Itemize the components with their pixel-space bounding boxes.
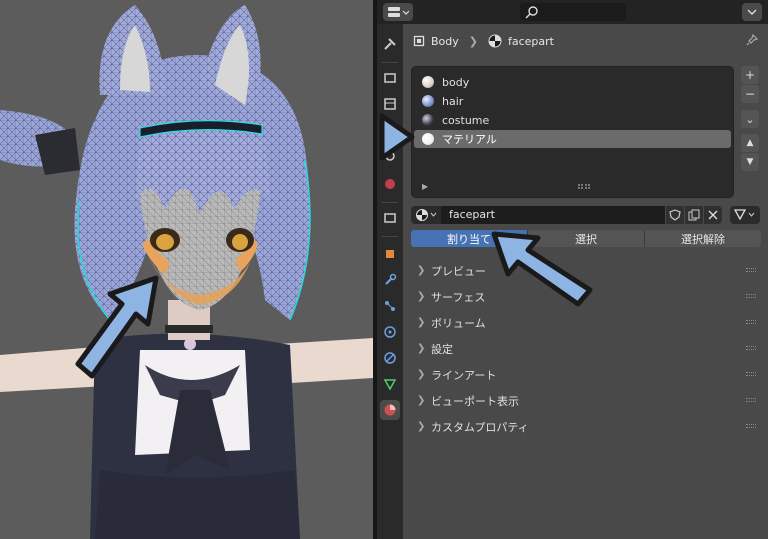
move-up-button[interactable]: ▲	[741, 134, 759, 152]
expand-triangle-icon[interactable]: ▶	[422, 182, 428, 191]
particles-icon	[385, 301, 395, 311]
mesh-filter-icon	[734, 209, 755, 221]
duplicate-material-button[interactable]	[685, 206, 703, 224]
breadcrumb: Body ❯ facepart	[413, 32, 554, 50]
physics-icon	[384, 326, 396, 338]
tab-world[interactable]	[380, 174, 400, 194]
panel-viewport-display[interactable]: ❯ ビューポート表示	[403, 388, 768, 413]
collection-icon	[384, 213, 396, 223]
close-icon	[708, 210, 718, 220]
material-sphere-icon	[416, 209, 437, 221]
list-item-selected[interactable]: マテリアル	[414, 130, 731, 148]
material-ball-icon	[422, 95, 434, 107]
character-mesh-render	[0, 5, 373, 539]
unlink-material-button[interactable]	[704, 206, 722, 224]
material-ball-icon	[422, 76, 434, 88]
properties-tabs	[377, 24, 403, 539]
tab-object[interactable]	[380, 244, 400, 264]
tab-collection[interactable]	[380, 208, 400, 228]
resize-grip-icon[interactable]	[578, 184, 590, 189]
chevron-right-icon: ❯	[417, 265, 426, 276]
move-down-button[interactable]: ▼	[741, 153, 759, 171]
slot-label: hair	[442, 94, 464, 108]
tab-render[interactable]	[380, 68, 400, 88]
tab-material[interactable]	[380, 400, 400, 420]
pin-icon[interactable]	[746, 33, 759, 49]
slot-label: マテリアル	[442, 133, 497, 146]
slot-label: costume	[442, 113, 490, 127]
tab-constraints[interactable]	[380, 348, 400, 368]
panel-title: ラインアート	[431, 368, 497, 382]
tab-physics[interactable]	[380, 322, 400, 342]
search-input[interactable]	[520, 3, 626, 21]
material-ball-icon	[422, 133, 434, 145]
list-item[interactable]: hair	[414, 92, 731, 110]
constraints-icon	[384, 352, 396, 364]
panel-title: サーフェス	[431, 290, 486, 304]
chevron-right-icon: ❯	[417, 343, 426, 354]
tool-icon	[384, 38, 396, 50]
browse-material-button[interactable]	[411, 206, 441, 224]
material-sphere-icon	[488, 34, 502, 48]
tab-tool[interactable]	[380, 34, 400, 54]
panel-title: ビューポート表示	[431, 394, 519, 408]
wrench-icon	[385, 273, 397, 285]
pointer-arrow-icon	[75, 275, 159, 379]
editor-type-button[interactable]	[383, 3, 413, 21]
properties-header	[377, 0, 768, 24]
world-icon	[385, 179, 395, 189]
fake-user-button[interactable]	[666, 206, 684, 224]
list-item[interactable]: body	[414, 73, 731, 91]
shield-icon	[669, 209, 681, 221]
editor-type-icon	[388, 7, 409, 17]
remove-slot-button[interactable]: −	[741, 85, 759, 103]
chevron-right-icon: ❯	[417, 291, 426, 302]
tab-modifiers[interactable]	[380, 270, 400, 290]
tab-output[interactable]	[380, 94, 400, 114]
3d-viewport[interactable]	[0, 0, 373, 539]
breadcrumb-separator-icon: ❯	[468, 34, 478, 48]
duplicate-icon	[688, 209, 700, 221]
tab-data[interactable]	[380, 374, 400, 394]
slot-label: body	[442, 75, 470, 89]
breadcrumb-object: Body	[431, 34, 459, 48]
slot-specials-button[interactable]: ⌄	[741, 110, 759, 128]
object-icon	[386, 250, 394, 258]
search-icon	[525, 6, 538, 19]
tab-particles[interactable]	[380, 296, 400, 316]
pointer-arrow-icon	[379, 113, 415, 161]
material-name-field[interactable]: facepart	[441, 206, 665, 224]
panel-settings[interactable]: ❯ 設定	[403, 336, 768, 361]
panel-line-art[interactable]: ❯ ラインアート	[403, 362, 768, 387]
panel-custom-properties[interactable]: ❯ カスタムプロパティ	[403, 414, 768, 439]
chevron-down-icon	[747, 9, 757, 15]
mesh-data-icon	[383, 379, 397, 391]
panel-title: プレビュー	[431, 264, 486, 278]
mesh-object-icon	[413, 35, 425, 47]
add-slot-button[interactable]: +	[741, 66, 759, 84]
panel-volume[interactable]: ❯ ボリューム	[403, 310, 768, 335]
options-dropdown-button[interactable]	[742, 3, 762, 21]
chevron-right-icon: ❯	[417, 395, 426, 406]
panel-title: カスタムプロパティ	[431, 420, 529, 434]
link-type-button[interactable]	[730, 206, 760, 224]
material-ball-icon	[422, 114, 434, 126]
breadcrumb-material: facepart	[508, 34, 554, 48]
panel-title: 設定	[431, 342, 453, 356]
material-slot-list[interactable]: body hair costume マテリアル ▶	[411, 66, 734, 198]
panel-title: ボリューム	[431, 316, 486, 330]
chevron-right-icon: ❯	[417, 421, 426, 432]
chevron-right-icon: ❯	[417, 317, 426, 328]
render-icon	[384, 73, 396, 83]
pointer-arrow-icon	[491, 231, 593, 307]
deselect-button[interactable]: 選択解除	[645, 230, 761, 247]
list-item[interactable]: costume	[414, 111, 731, 129]
output-icon	[384, 98, 396, 110]
material-icon	[384, 404, 396, 416]
chevron-right-icon: ❯	[417, 369, 426, 380]
